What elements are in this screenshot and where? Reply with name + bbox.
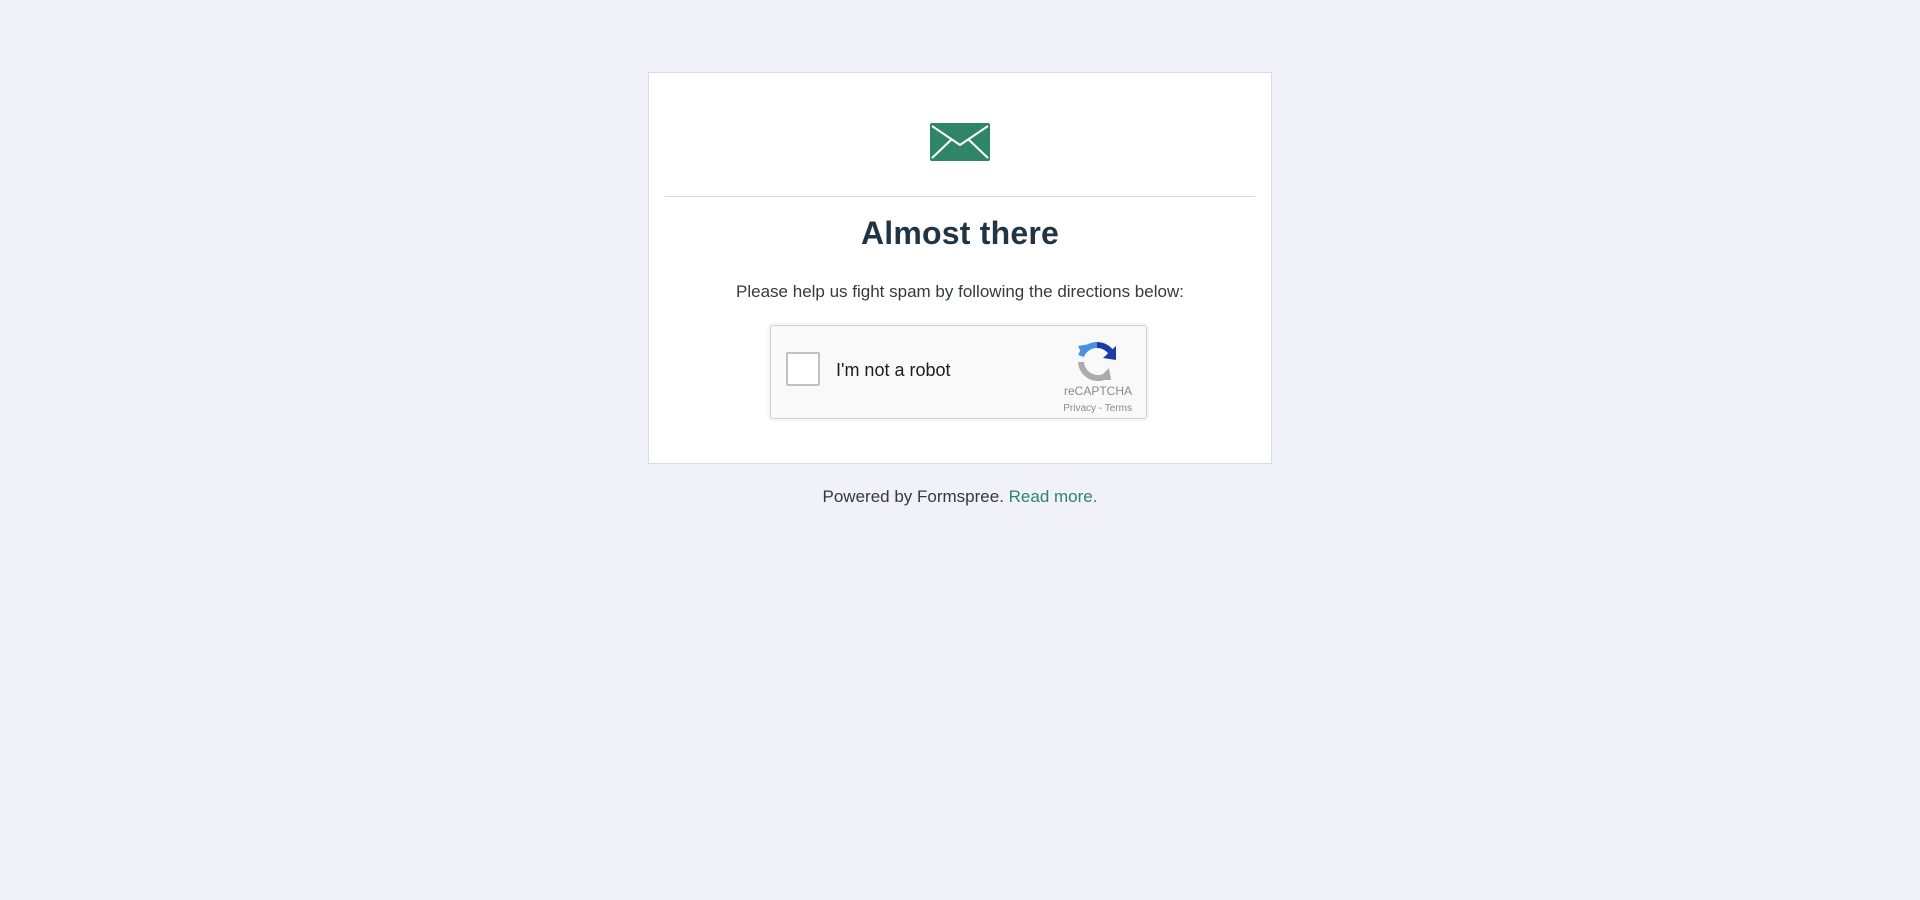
recaptcha-links: Privacy - Terms — [1063, 403, 1132, 414]
recaptcha-widget: I'm not a robot reCAPTCHA Privacy - Term… — [770, 325, 1147, 419]
instructions-text: Please help us fight spam by following t… — [736, 282, 1184, 301]
verification-card: Almost there Please help us fight spam b… — [648, 72, 1272, 464]
read-more-link[interactable]: Read more. — [1009, 487, 1098, 506]
footer: Powered by Formspree. Read more. — [0, 487, 1920, 507]
terms-link[interactable]: Terms — [1105, 403, 1132, 414]
links-separator: - — [1096, 403, 1105, 414]
powered-by-text: Powered by Formspree. — [822, 487, 1004, 506]
logo-container — [649, 123, 1271, 161]
recaptcha-logo-icon — [1078, 341, 1116, 381]
envelope-icon — [930, 123, 990, 161]
recaptcha-brand: reCAPTCHA — [1063, 384, 1132, 398]
not-a-robot-label[interactable]: I'm not a robot — [836, 360, 951, 381]
page-title: Almost there — [861, 215, 1059, 251]
privacy-link[interactable]: Privacy — [1063, 403, 1096, 414]
not-a-robot-checkbox[interactable] — [786, 352, 820, 386]
divider — [665, 196, 1255, 197]
